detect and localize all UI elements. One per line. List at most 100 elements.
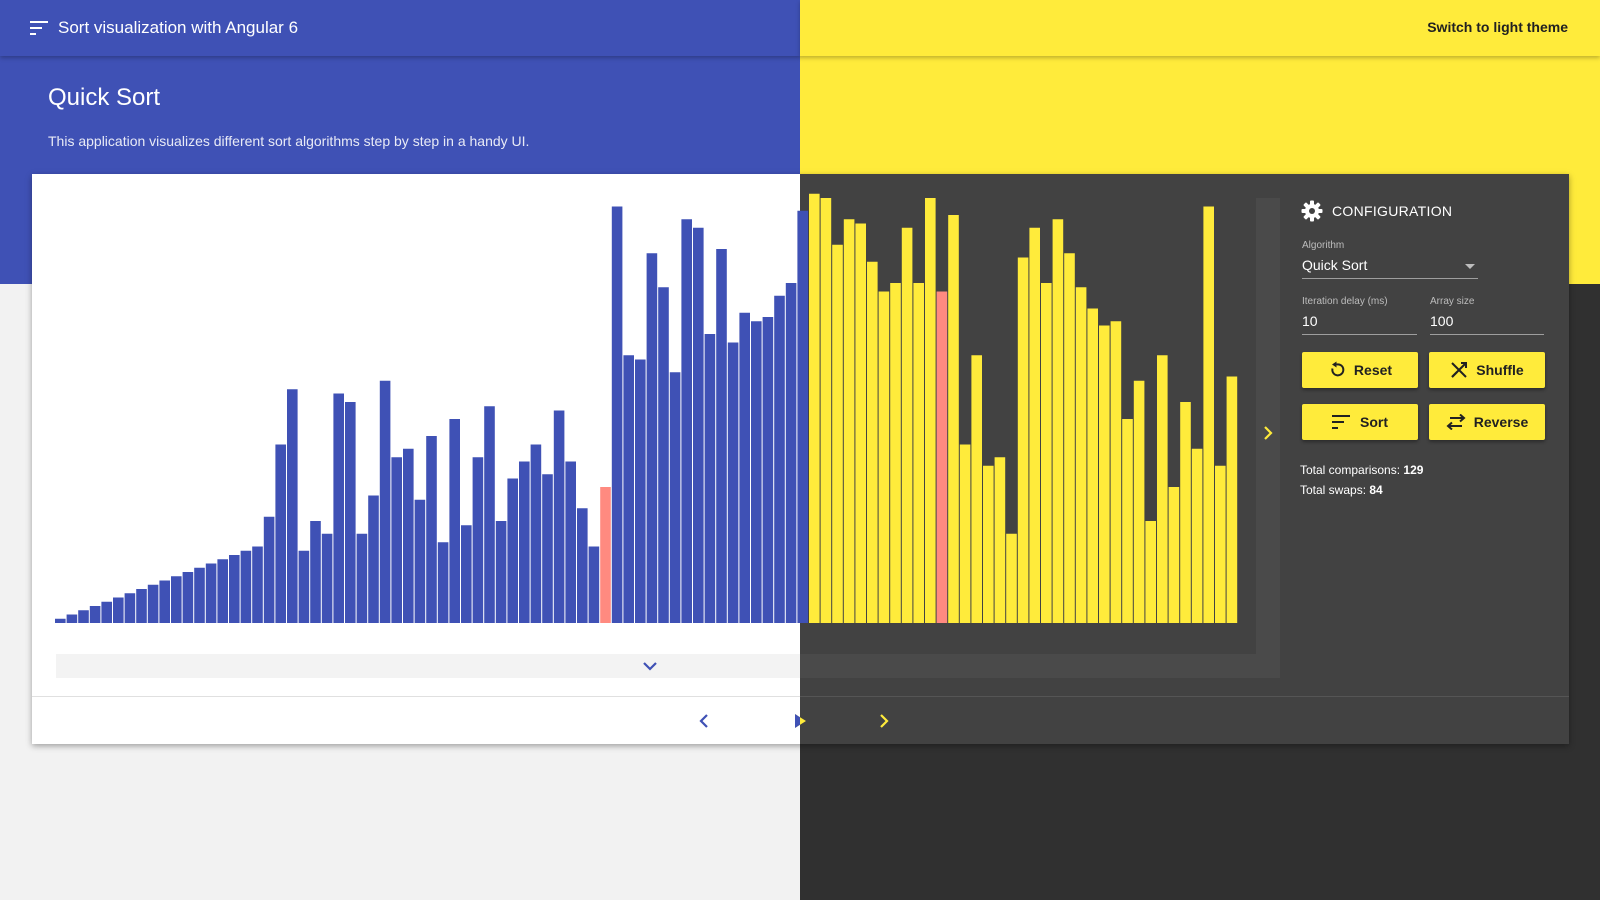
array-bar xyxy=(890,283,901,623)
array-bar xyxy=(1203,206,1214,623)
comparisons-stat: Total comparisons: 129 xyxy=(1300,463,1423,477)
array-bar xyxy=(287,389,298,623)
array-bar xyxy=(925,198,936,623)
array-bar xyxy=(751,321,762,623)
sort-button[interactable]: Sort xyxy=(1302,404,1418,440)
array-bar xyxy=(1226,376,1238,623)
shuffle-button[interactable]: Shuffle xyxy=(1429,352,1545,388)
horizontal-scrollbar-dark[interactable] xyxy=(800,654,1269,678)
array-bar xyxy=(658,287,669,623)
chevron-down-icon[interactable] xyxy=(640,657,660,675)
array-bar xyxy=(298,550,310,623)
array-bar xyxy=(797,210,808,623)
array-bar xyxy=(959,444,971,623)
array-bar xyxy=(275,444,286,623)
array-bar xyxy=(345,402,356,623)
array-bar xyxy=(147,584,159,623)
array-bar xyxy=(1017,257,1029,623)
array-bar xyxy=(704,334,716,623)
array-bar xyxy=(205,563,217,623)
array-bar xyxy=(217,559,228,623)
algorithm-label: Algorithm xyxy=(1302,240,1345,251)
array-bar xyxy=(310,521,321,623)
array-bar xyxy=(437,542,449,623)
array-bar xyxy=(635,359,646,623)
previous-step-icon[interactable] xyxy=(692,709,716,733)
sort-label: Sort xyxy=(1360,414,1388,430)
array-bar xyxy=(901,227,913,623)
array-bar xyxy=(1215,465,1226,623)
array-bar xyxy=(832,244,843,623)
array-bar xyxy=(855,223,866,623)
array-bar xyxy=(983,465,994,623)
array-bar xyxy=(623,355,634,623)
reverse-label: Reverse xyxy=(1473,414,1529,430)
next-step-icon[interactable] xyxy=(872,709,896,733)
array-size-input[interactable]: 100 xyxy=(1430,313,1453,329)
array-bar xyxy=(867,261,878,623)
play-icon[interactable] xyxy=(792,709,816,733)
reverse-button[interactable]: Reverse xyxy=(1429,404,1545,440)
array-bar xyxy=(1122,419,1133,623)
array-bar xyxy=(565,461,576,623)
array-bar xyxy=(194,567,205,623)
array-bar xyxy=(1133,380,1145,623)
array-bar xyxy=(449,419,460,623)
array-bar xyxy=(240,550,252,623)
array-bar xyxy=(356,533,368,623)
array-bar xyxy=(774,295,785,623)
array-bar xyxy=(472,457,484,623)
array-bar xyxy=(368,495,379,623)
array-bar xyxy=(461,525,472,623)
array-bar xyxy=(171,576,182,623)
array-bar xyxy=(78,610,89,623)
page-title: Quick Sort xyxy=(48,84,161,111)
array-bar xyxy=(484,406,495,623)
array-bar xyxy=(124,593,136,623)
array-bar xyxy=(1191,448,1203,623)
shuffle-label: Shuffle xyxy=(1476,362,1524,378)
swaps-label: Total swaps: xyxy=(1300,483,1370,497)
visualizer-card: CONFIGURATION Algorithm Quick Sort Itera… xyxy=(32,174,1569,744)
delay-underline xyxy=(1302,334,1417,335)
array-bar xyxy=(495,521,507,623)
array-bar xyxy=(1029,227,1040,623)
array-bar xyxy=(809,193,820,623)
array-bar xyxy=(785,283,797,623)
horizontal-scrollbar[interactable] xyxy=(56,654,800,678)
reset-icon xyxy=(1331,361,1345,377)
array-bar xyxy=(426,436,437,623)
array-bar xyxy=(113,597,124,623)
array-bar xyxy=(600,487,611,623)
swaps-stat: Total swaps: 84 xyxy=(1300,483,1383,497)
array-bar xyxy=(263,516,275,623)
array-bar xyxy=(994,457,1006,623)
array-bar xyxy=(66,614,78,623)
array-bar xyxy=(414,499,426,623)
array-bar xyxy=(333,393,344,623)
array-bar xyxy=(611,206,623,623)
array-bar xyxy=(1157,355,1168,623)
delay-input[interactable]: 10 xyxy=(1302,313,1318,329)
chevron-right-icon[interactable] xyxy=(1260,424,1276,442)
array-bar xyxy=(1075,287,1087,623)
array-bar xyxy=(1064,253,1075,623)
array-bar xyxy=(136,589,147,623)
array-bar xyxy=(1110,321,1122,623)
array-bar xyxy=(762,317,774,623)
array-bar xyxy=(669,372,681,623)
array-bar xyxy=(1041,283,1052,623)
array-bar xyxy=(553,410,565,623)
sort-menu-icon[interactable] xyxy=(30,20,50,36)
array-bar xyxy=(507,478,518,623)
array-bar xyxy=(1168,487,1180,623)
array-bar xyxy=(936,291,948,623)
delay-label: Iteration delay (ms) xyxy=(1302,296,1388,307)
array-bar xyxy=(252,546,263,623)
reset-button[interactable]: Reset xyxy=(1302,352,1418,388)
sort-icon xyxy=(1332,415,1350,429)
array-bar xyxy=(843,219,855,623)
algorithm-select[interactable]: Quick Sort xyxy=(1302,257,1367,273)
dropdown-arrow-icon[interactable] xyxy=(1465,264,1475,269)
switch-theme-button[interactable]: Switch to light theme xyxy=(1427,19,1568,35)
